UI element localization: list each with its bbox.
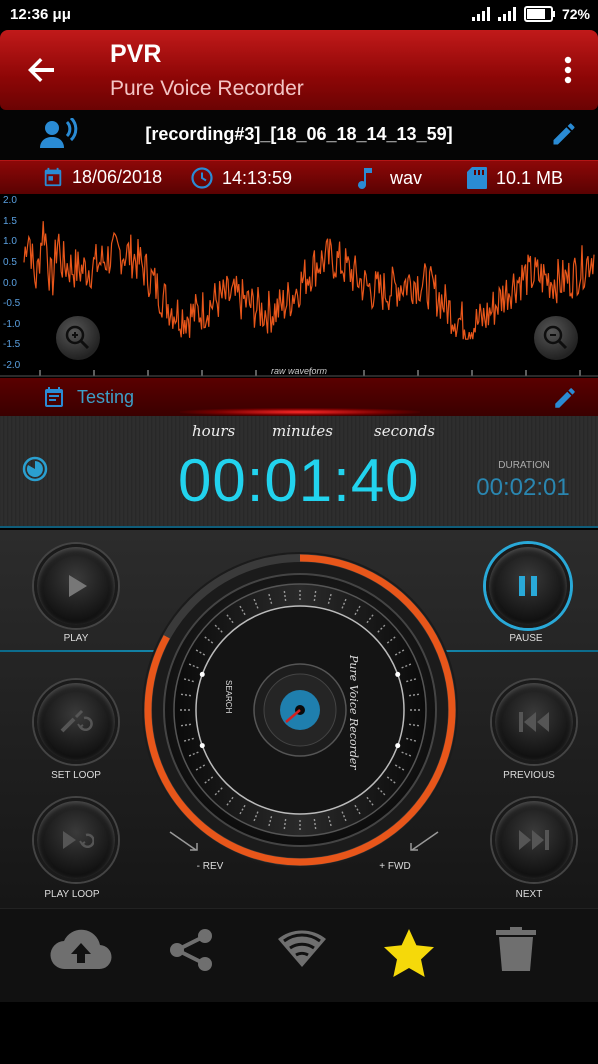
signal-icon-2 (497, 7, 516, 21)
note-text: Testing (77, 387, 135, 407)
app-bar: PVR Pure Voice Recorder (0, 30, 598, 110)
timer-panel: hours minutes seconds 00:01:40 DURATION … (0, 416, 598, 528)
dial-brand-label: Pure Voice Recorder (347, 654, 360, 770)
set-loop-label: SET LOOP (51, 770, 101, 781)
zoom-in-button[interactable] (56, 316, 100, 360)
format-value: wav (390, 167, 423, 188)
signal-icon (471, 7, 490, 21)
app-subtitle: Pure Voice Recorder (110, 77, 304, 100)
play-icon (69, 575, 87, 597)
pause-button[interactable] (486, 544, 570, 628)
status-time: 12:36 μμ (10, 6, 71, 23)
info-date: 18/06/2018 (42, 166, 162, 188)
set-loop-button[interactable] (34, 680, 118, 764)
music-note-icon (358, 168, 372, 189)
y-tick-label: 1.5 (3, 215, 17, 227)
info-format: wav (356, 166, 422, 190)
time-value: 14:13:59 (222, 167, 293, 188)
jog-dial[interactable]: SEARCH Pure Voice Recorder (140, 550, 460, 870)
zoom-out-button[interactable] (534, 316, 578, 360)
info-size: 10.1 MB (466, 166, 563, 190)
date-value: 18/06/2018 (72, 166, 163, 187)
cloud-upload-icon[interactable] (50, 927, 112, 973)
waveform-panel[interactable]: 2.0 1.5 1.0 0.5 0.0 -0.5 -1.0 -1.5 -2.0 raw wave… (0, 194, 598, 378)
edit-note-icon[interactable] (552, 385, 578, 411)
info-time: 14:13:59 (190, 166, 292, 190)
dial-marker-dot (395, 743, 401, 749)
battery-percent: 72% (561, 6, 590, 22)
elapsed-time: 00:01:40 (178, 447, 420, 514)
minutes-label: minutes (272, 422, 333, 440)
more-vert-icon[interactable] (556, 52, 580, 88)
fast-forward-icon (519, 830, 549, 850)
set-loop-icon (60, 709, 93, 733)
status-bar: 12:36 μμ 72% (0, 0, 598, 30)
dial-marker-dot (395, 671, 401, 677)
size-value: 10.1 MB (496, 167, 564, 188)
next-button[interactable] (492, 798, 576, 882)
y-tick-label: 0.5 (3, 256, 17, 268)
y-tick-label: 0.0 (3, 277, 17, 289)
dial-search-label: SEARCH (224, 680, 233, 714)
sd-card-icon (467, 167, 487, 189)
recording-name: [recording#3]_[18_06_18_14_13_59] (145, 124, 453, 144)
y-tick-label: -1.0 (3, 318, 21, 330)
share-icon[interactable] (166, 927, 216, 973)
rev-arrow-icon (169, 831, 198, 851)
edit-name-icon[interactable] (550, 120, 578, 148)
status-icons: 72% (471, 6, 590, 22)
duration-value: 00:02:01 (476, 474, 570, 501)
fwd-arrow-icon (410, 831, 439, 851)
recording-info-bar: 18/06/2018 14:13:59 wav 10.1 MB (0, 160, 598, 194)
battery-icon (523, 6, 555, 22)
back-arrow-icon[interactable] (22, 50, 62, 90)
play-button[interactable] (34, 544, 118, 628)
recording-name-row: [recording#3]_[18_06_18_14_13_59] (0, 110, 598, 160)
note-glow (180, 408, 420, 416)
pause-label: PAUSE (509, 633, 543, 644)
zoom-in-icon (65, 325, 90, 350)
y-tick-label: 2.0 (3, 195, 17, 206)
wifi-icon[interactable] (276, 927, 328, 973)
pause-icon (519, 576, 537, 596)
seconds-label: seconds (374, 422, 435, 440)
zoom-out-icon (543, 325, 568, 350)
dial-marker-dot (199, 743, 205, 749)
system-bottom-area (0, 1002, 598, 1064)
hours-label: hours (192, 422, 236, 440)
y-tick-label: -0.5 (3, 298, 21, 310)
rev-label[interactable]: - REV (155, 861, 265, 872)
clock-icon (191, 167, 213, 189)
play-label: PLAY (63, 633, 89, 644)
playback-controls: SEARCH Pure Voice Recorder PLAY SET LOOP … (0, 530, 598, 908)
app-title: PVR (110, 40, 162, 68)
star-icon[interactable] (382, 927, 436, 977)
delete-icon[interactable] (494, 927, 538, 973)
previous-button[interactable] (492, 680, 576, 764)
bottom-action-bar (0, 908, 598, 1002)
play-loop-button[interactable] (34, 798, 118, 882)
y-tick-label: -1.5 (3, 339, 21, 351)
previous-label: PREVIOUS (503, 770, 555, 781)
play-loop-label: PLAY LOOP (44, 889, 100, 900)
waveform-line (23, 221, 595, 340)
fwd-label[interactable]: + FWD (340, 861, 450, 872)
rewind-icon (519, 712, 549, 732)
next-label: NEXT (515, 889, 543, 900)
dial-marker-dot (199, 671, 205, 677)
note-calendar-icon (45, 387, 63, 407)
y-tick-label: 1.0 (3, 236, 17, 248)
waveform-caption: raw waveform (270, 366, 327, 376)
calendar-icon (44, 167, 62, 187)
play-loop-icon (63, 831, 94, 849)
duration-label: DURATION (498, 460, 550, 471)
timer-mode-icon[interactable] (22, 456, 48, 482)
